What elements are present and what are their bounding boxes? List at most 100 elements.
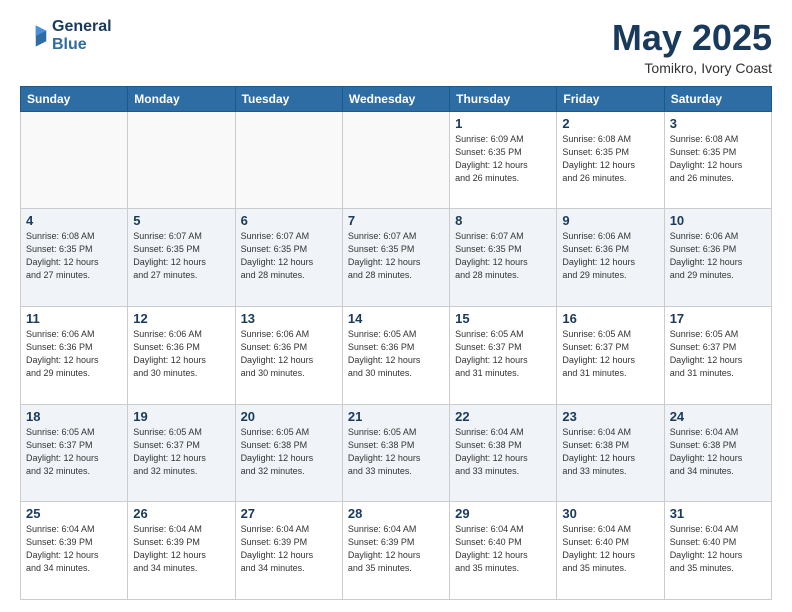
calendar-day-cell: 16 Sunrise: 6:05 AM Sunset: 6:37 PM Dayli…: [557, 306, 664, 404]
title-block: May 2025 Tomikro, Ivory Coast: [612, 18, 772, 76]
calendar-title: May 2025: [612, 18, 772, 58]
day-info: Sunrise: 6:05 AM Sunset: 6:38 PM Dayligh…: [348, 426, 444, 478]
day-number: 21: [348, 409, 444, 424]
weekday-header: Tuesday: [235, 86, 342, 111]
day-info: Sunrise: 6:08 AM Sunset: 6:35 PM Dayligh…: [562, 133, 658, 185]
weekday-header: Monday: [128, 86, 235, 111]
day-info: Sunrise: 6:04 AM Sunset: 6:39 PM Dayligh…: [348, 523, 444, 575]
calendar-week-row: 4 Sunrise: 6:08 AM Sunset: 6:35 PM Daylig…: [21, 209, 772, 307]
calendar-day-cell: 15 Sunrise: 6:05 AM Sunset: 6:37 PM Dayli…: [450, 306, 557, 404]
calendar-day-cell: 2 Sunrise: 6:08 AM Sunset: 6:35 PM Daylig…: [557, 111, 664, 209]
calendar-day-cell: [21, 111, 128, 209]
calendar-week-row: 18 Sunrise: 6:05 AM Sunset: 6:37 PM Dayli…: [21, 404, 772, 502]
calendar-day-cell: 24 Sunrise: 6:04 AM Sunset: 6:38 PM Dayli…: [664, 404, 771, 502]
day-info: Sunrise: 6:07 AM Sunset: 6:35 PM Dayligh…: [348, 230, 444, 282]
logo-icon: [20, 22, 48, 50]
day-number: 13: [241, 311, 337, 326]
calendar-day-cell: 29Sunrise: 6:04 AM Sunset: 6:40 PM Dayli…: [450, 502, 557, 600]
day-info: Sunrise: 6:08 AM Sunset: 6:35 PM Dayligh…: [26, 230, 122, 282]
calendar-day-cell: 12 Sunrise: 6:06 AM Sunset: 6:36 PM Dayli…: [128, 306, 235, 404]
calendar-day-cell: 10 Sunrise: 6:06 AM Sunset: 6:36 PM Dayli…: [664, 209, 771, 307]
day-info: Sunrise: 6:06 AM Sunset: 6:36 PM Dayligh…: [670, 230, 766, 282]
day-number: 19: [133, 409, 229, 424]
logo-text: General Blue: [52, 18, 112, 55]
calendar-table: SundayMondayTuesdayWednesdayThursdayFrid…: [20, 86, 772, 600]
logo: General Blue: [20, 18, 112, 55]
calendar-day-cell: 30 Sunrise: 6:04 AM Sunset: 6:40 PM Dayli…: [557, 502, 664, 600]
calendar-day-cell: 17Sunrise: 6:05 AM Sunset: 6:37 PM Dayli…: [664, 306, 771, 404]
day-info: Sunrise: 6:05 AM Sunset: 6:36 PM Dayligh…: [348, 328, 444, 380]
day-info: Sunrise: 6:04 AM Sunset: 6:38 PM Dayligh…: [455, 426, 551, 478]
day-info: Sunrise: 6:06 AM Sunset: 6:36 PM Dayligh…: [133, 328, 229, 380]
day-number: 5: [133, 213, 229, 228]
day-number: 8: [455, 213, 551, 228]
day-info: Sunrise: 6:06 AM Sunset: 6:36 PM Dayligh…: [562, 230, 658, 282]
calendar-day-cell: 7 Sunrise: 6:07 AM Sunset: 6:35 PM Daylig…: [342, 209, 449, 307]
day-number: 20: [241, 409, 337, 424]
calendar-day-cell: 28 Sunrise: 6:04 AM Sunset: 6:39 PM Dayli…: [342, 502, 449, 600]
day-info: Sunrise: 6:04 AM Sunset: 6:40 PM Dayligh…: [670, 523, 766, 575]
day-info: Sunrise: 6:04 AM Sunset: 6:38 PM Dayligh…: [670, 426, 766, 478]
calendar-week-row: 1Sunrise: 6:09 AM Sunset: 6:35 PM Daylig…: [21, 111, 772, 209]
day-info: Sunrise: 6:05 AM Sunset: 6:37 PM Dayligh…: [455, 328, 551, 380]
day-number: 30: [562, 506, 658, 521]
calendar-week-row: 11 Sunrise: 6:06 AM Sunset: 6:36 PM Dayli…: [21, 306, 772, 404]
calendar-day-cell: 18 Sunrise: 6:05 AM Sunset: 6:37 PM Dayli…: [21, 404, 128, 502]
calendar-day-cell: 3Sunrise: 6:08 AM Sunset: 6:35 PM Daylig…: [664, 111, 771, 209]
day-info: Sunrise: 6:07 AM Sunset: 6:35 PM Dayligh…: [133, 230, 229, 282]
day-number: 14: [348, 311, 444, 326]
calendar-day-cell: 6Sunrise: 6:07 AM Sunset: 6:35 PM Daylig…: [235, 209, 342, 307]
page: General Blue May 2025 Tomikro, Ivory Coa…: [0, 0, 792, 612]
day-number: 24: [670, 409, 766, 424]
calendar-subtitle: Tomikro, Ivory Coast: [612, 60, 772, 76]
day-number: 23: [562, 409, 658, 424]
day-number: 16: [562, 311, 658, 326]
day-number: 18: [26, 409, 122, 424]
day-number: 17: [670, 311, 766, 326]
day-number: 7: [348, 213, 444, 228]
weekday-header: Friday: [557, 86, 664, 111]
day-number: 2: [562, 116, 658, 131]
day-info: Sunrise: 6:05 AM Sunset: 6:37 PM Dayligh…: [562, 328, 658, 380]
calendar-day-cell: 19Sunrise: 6:05 AM Sunset: 6:37 PM Dayli…: [128, 404, 235, 502]
day-info: Sunrise: 6:04 AM Sunset: 6:39 PM Dayligh…: [26, 523, 122, 575]
calendar-day-cell: 20Sunrise: 6:05 AM Sunset: 6:38 PM Dayli…: [235, 404, 342, 502]
calendar-day-cell: 4 Sunrise: 6:08 AM Sunset: 6:35 PM Daylig…: [21, 209, 128, 307]
calendar-day-cell: 8 Sunrise: 6:07 AM Sunset: 6:35 PM Daylig…: [450, 209, 557, 307]
day-number: 26: [133, 506, 229, 521]
calendar-day-cell: [235, 111, 342, 209]
day-number: 11: [26, 311, 122, 326]
calendar-day-cell: 5 Sunrise: 6:07 AM Sunset: 6:35 PM Daylig…: [128, 209, 235, 307]
calendar-day-cell: 27 Sunrise: 6:04 AM Sunset: 6:39 PM Dayli…: [235, 502, 342, 600]
calendar-day-cell: 9Sunrise: 6:06 AM Sunset: 6:36 PM Daylig…: [557, 209, 664, 307]
day-info: Sunrise: 6:04 AM Sunset: 6:40 PM Dayligh…: [562, 523, 658, 575]
day-number: 15: [455, 311, 551, 326]
weekday-header: Saturday: [664, 86, 771, 111]
day-number: 6: [241, 213, 337, 228]
day-number: 10: [670, 213, 766, 228]
calendar-day-cell: 23Sunrise: 6:04 AM Sunset: 6:38 PM Dayli…: [557, 404, 664, 502]
day-number: 3: [670, 116, 766, 131]
calendar-day-cell: [342, 111, 449, 209]
day-info: Sunrise: 6:06 AM Sunset: 6:36 PM Dayligh…: [241, 328, 337, 380]
day-number: 28: [348, 506, 444, 521]
calendar-day-cell: 31 Sunrise: 6:04 AM Sunset: 6:40 PM Dayli…: [664, 502, 771, 600]
day-number: 12: [133, 311, 229, 326]
day-info: Sunrise: 6:05 AM Sunset: 6:37 PM Dayligh…: [26, 426, 122, 478]
day-number: 27: [241, 506, 337, 521]
calendar-week-row: 25 Sunrise: 6:04 AM Sunset: 6:39 PM Dayli…: [21, 502, 772, 600]
weekday-header: Wednesday: [342, 86, 449, 111]
day-number: 4: [26, 213, 122, 228]
day-info: Sunrise: 6:04 AM Sunset: 6:39 PM Dayligh…: [241, 523, 337, 575]
calendar-day-cell: 1Sunrise: 6:09 AM Sunset: 6:35 PM Daylig…: [450, 111, 557, 209]
day-info: Sunrise: 6:09 AM Sunset: 6:35 PM Dayligh…: [455, 133, 551, 185]
weekday-header: Thursday: [450, 86, 557, 111]
day-number: 29: [455, 506, 551, 521]
day-info: Sunrise: 6:06 AM Sunset: 6:36 PM Dayligh…: [26, 328, 122, 380]
day-number: 31: [670, 506, 766, 521]
calendar-day-cell: 25 Sunrise: 6:04 AM Sunset: 6:39 PM Dayli…: [21, 502, 128, 600]
day-info: Sunrise: 6:07 AM Sunset: 6:35 PM Dayligh…: [455, 230, 551, 282]
calendar-day-cell: 21 Sunrise: 6:05 AM Sunset: 6:38 PM Dayli…: [342, 404, 449, 502]
day-number: 25: [26, 506, 122, 521]
calendar-day-cell: 14 Sunrise: 6:05 AM Sunset: 6:36 PM Dayli…: [342, 306, 449, 404]
